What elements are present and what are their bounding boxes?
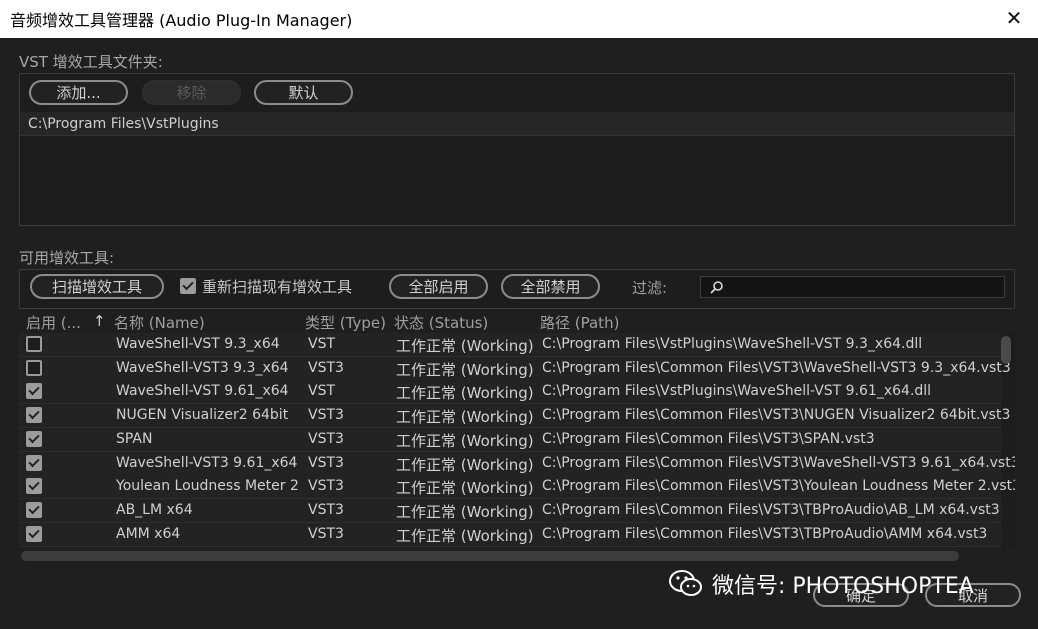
search-icon <box>710 281 723 294</box>
plugin-name: NUGEN Visualizer2 64bit <box>116 407 289 424</box>
plugin-status: 工作正常 (Working) <box>396 431 534 450</box>
plugin-name: WaveShell-VST 9.61_x64 <box>116 383 289 400</box>
disable-all-button[interactable]: 全部禁用 <box>501 274 600 299</box>
plugin-status: 工作正常 (Working) <box>396 502 534 521</box>
plugin-name: WaveShell-VST3 9.3_x64 <box>116 359 289 376</box>
enable-checkbox[interactable] <box>26 501 42 518</box>
watermark: 微信号: PHOTOSHOPTEA <box>668 566 974 602</box>
plugin-path: C:\Program Files\VstPlugins\WaveShell-VS… <box>542 383 932 400</box>
plugin-type: VST3 <box>308 501 344 518</box>
plugin-path: C:\Program Files\Common Files\VST3\Youle… <box>542 478 1015 495</box>
plugin-path: C:\Program Files\Common Files\VST3\TBPro… <box>542 525 988 542</box>
enable-checkbox[interactable] <box>26 430 42 447</box>
table-row[interactable]: WaveShell-VST 9.3_x64 VST 工作正常 (Working) C:… <box>19 333 1001 357</box>
table-row[interactable]: WaveShell-VST3 9.3_x64 VST3 工作正常 (Working)… <box>19 356 1011 381</box>
plugin-status: 工作正常 (Working) <box>396 337 534 355</box>
table-row[interactable]: NUGEN Visualizer2 64bit VST3 工作正常 (Working… <box>19 404 1010 429</box>
filter-input[interactable] <box>700 276 1005 298</box>
table-row[interactable]: AMM x64 VST3 工作正常 (Working) C:\Program File… <box>19 522 1001 547</box>
col-status[interactable]: 状态 (Status) <box>394 312 488 333</box>
table-row[interactable]: WaveShell-VST3 9.61_x64 VST3 工作正常 (Working… <box>19 451 1015 476</box>
plugin-path: C:\Program Files\Common Files\VST3\WaveS… <box>542 359 1011 376</box>
enable-checkbox[interactable] <box>26 336 42 352</box>
plugin-name: WaveShell-VST 9.3_x64 <box>116 336 280 352</box>
plugin-type: VST3 <box>308 430 344 447</box>
plugin-status: 工作正常 (Working) <box>396 384 534 403</box>
plugin-status: 工作正常 (Working) <box>396 455 534 474</box>
enable-checkbox[interactable] <box>26 525 42 542</box>
plugin-status: 工作正常 (Working) <box>396 408 534 427</box>
vertical-scrollbar[interactable] <box>1001 336 1011 364</box>
plugin-table-header: 启用 (... ↑ 名称 (Name) 类型 (Type) 状态 (Status… <box>19 309 1015 333</box>
horizontal-scrollbar[interactable] <box>21 551 959 561</box>
vst-folders-label: VST 增效工具文件夹: <box>19 53 163 71</box>
plugin-type: VST3 <box>308 359 344 376</box>
plugin-type: VST3 <box>308 478 344 495</box>
plugin-status: 工作正常 (Working) <box>396 479 534 498</box>
add-folder-button[interactable]: 添加... <box>29 80 128 105</box>
plugin-type: VST3 <box>308 454 344 471</box>
remove-folder-button[interactable]: 移除 <box>142 80 241 105</box>
default-folders-button[interactable]: 默认 <box>254 80 353 105</box>
enable-checkbox[interactable] <box>26 478 42 495</box>
close-icon[interactable]: ✕ <box>1004 6 1024 30</box>
plugin-path: C:\Program Files\Common Files\VST3\WaveS… <box>542 454 1015 471</box>
plugin-path: C:\Program Files\Common Files\VST3\SPAN.… <box>542 430 875 447</box>
table-row[interactable]: Youlean Loudness Meter 2 VST3 工作正常 (Workin… <box>19 475 1015 500</box>
scan-plugins-button[interactable]: 扫描增效工具 <box>30 274 164 299</box>
enable-all-button[interactable]: 全部启用 <box>389 274 488 299</box>
available-plugins-label: 可用增效工具: <box>19 249 115 267</box>
vst-folder-item[interactable]: C:\Program Files\VstPlugins <box>20 112 1014 136</box>
enable-checkbox[interactable] <box>26 407 42 424</box>
enable-checkbox[interactable] <box>26 454 42 471</box>
rescan-checkbox[interactable] <box>180 278 196 294</box>
rescan-label: 重新扫描现有增效工具 <box>202 278 353 296</box>
plugin-name: WaveShell-VST3 9.61_x64 <box>116 454 298 471</box>
col-enabled[interactable]: 启用 (... <box>26 312 81 333</box>
table-row[interactable]: AB_LM x64 VST3 工作正常 (Working) C:\Program Fi… <box>19 498 1001 523</box>
plugin-name: AB_LM x64 <box>116 501 193 518</box>
watermark-text: 微信号: PHOTOSHOPTEA <box>712 574 974 599</box>
plugin-name: AMM x64 <box>116 525 181 542</box>
plugin-type: VST <box>308 383 336 400</box>
window-title: 音频增效工具管理器 (Audio Plug-In Manager) <box>10 11 353 30</box>
vst-folder-list: C:\Program Files\VstPlugins <box>19 112 1015 226</box>
enable-checkbox[interactable] <box>26 359 42 376</box>
wechat-icon <box>669 570 702 596</box>
plugin-path: C:\Program Files\Common Files\VST3\NUGEN… <box>542 407 1011 424</box>
plugin-name: SPAN <box>116 430 153 447</box>
table-row[interactable]: SPAN VST3 工作正常 (Working) C:\Program Files\C… <box>19 427 1001 452</box>
filter-label: 过滤: <box>632 279 668 297</box>
col-type[interactable]: 类型 (Type) <box>305 312 386 333</box>
table-row[interactable]: WaveShell-VST 9.61_x64 VST 工作正常 (Working) C… <box>19 380 1001 405</box>
plugin-type: VST3 <box>308 407 344 424</box>
plugin-status: 工作正常 (Working) <box>396 360 534 379</box>
plugin-table: WaveShell-VST 9.3_x64 VST 工作正常 (Working) C:… <box>19 333 1015 547</box>
plugin-name: Youlean Loudness Meter 2 <box>116 478 299 495</box>
sort-asc-icon[interactable]: ↑ <box>93 312 106 330</box>
plugin-status: 工作正常 (Working) <box>396 526 534 545</box>
plugin-path: C:\Program Files\Common Files\VST3\TBPro… <box>542 501 1000 518</box>
col-path[interactable]: 路径 (Path) <box>540 312 619 333</box>
plugin-type: VST <box>308 336 336 352</box>
plugin-type: VST3 <box>308 525 344 542</box>
title-bar: 音频增效工具管理器 (Audio Plug-In Manager) ✕ <box>0 0 1038 38</box>
enable-checkbox[interactable] <box>26 383 42 400</box>
plugin-path: C:\Program Files\VstPlugins\WaveShell-VS… <box>542 336 923 352</box>
col-name[interactable]: 名称 (Name) <box>114 312 205 333</box>
